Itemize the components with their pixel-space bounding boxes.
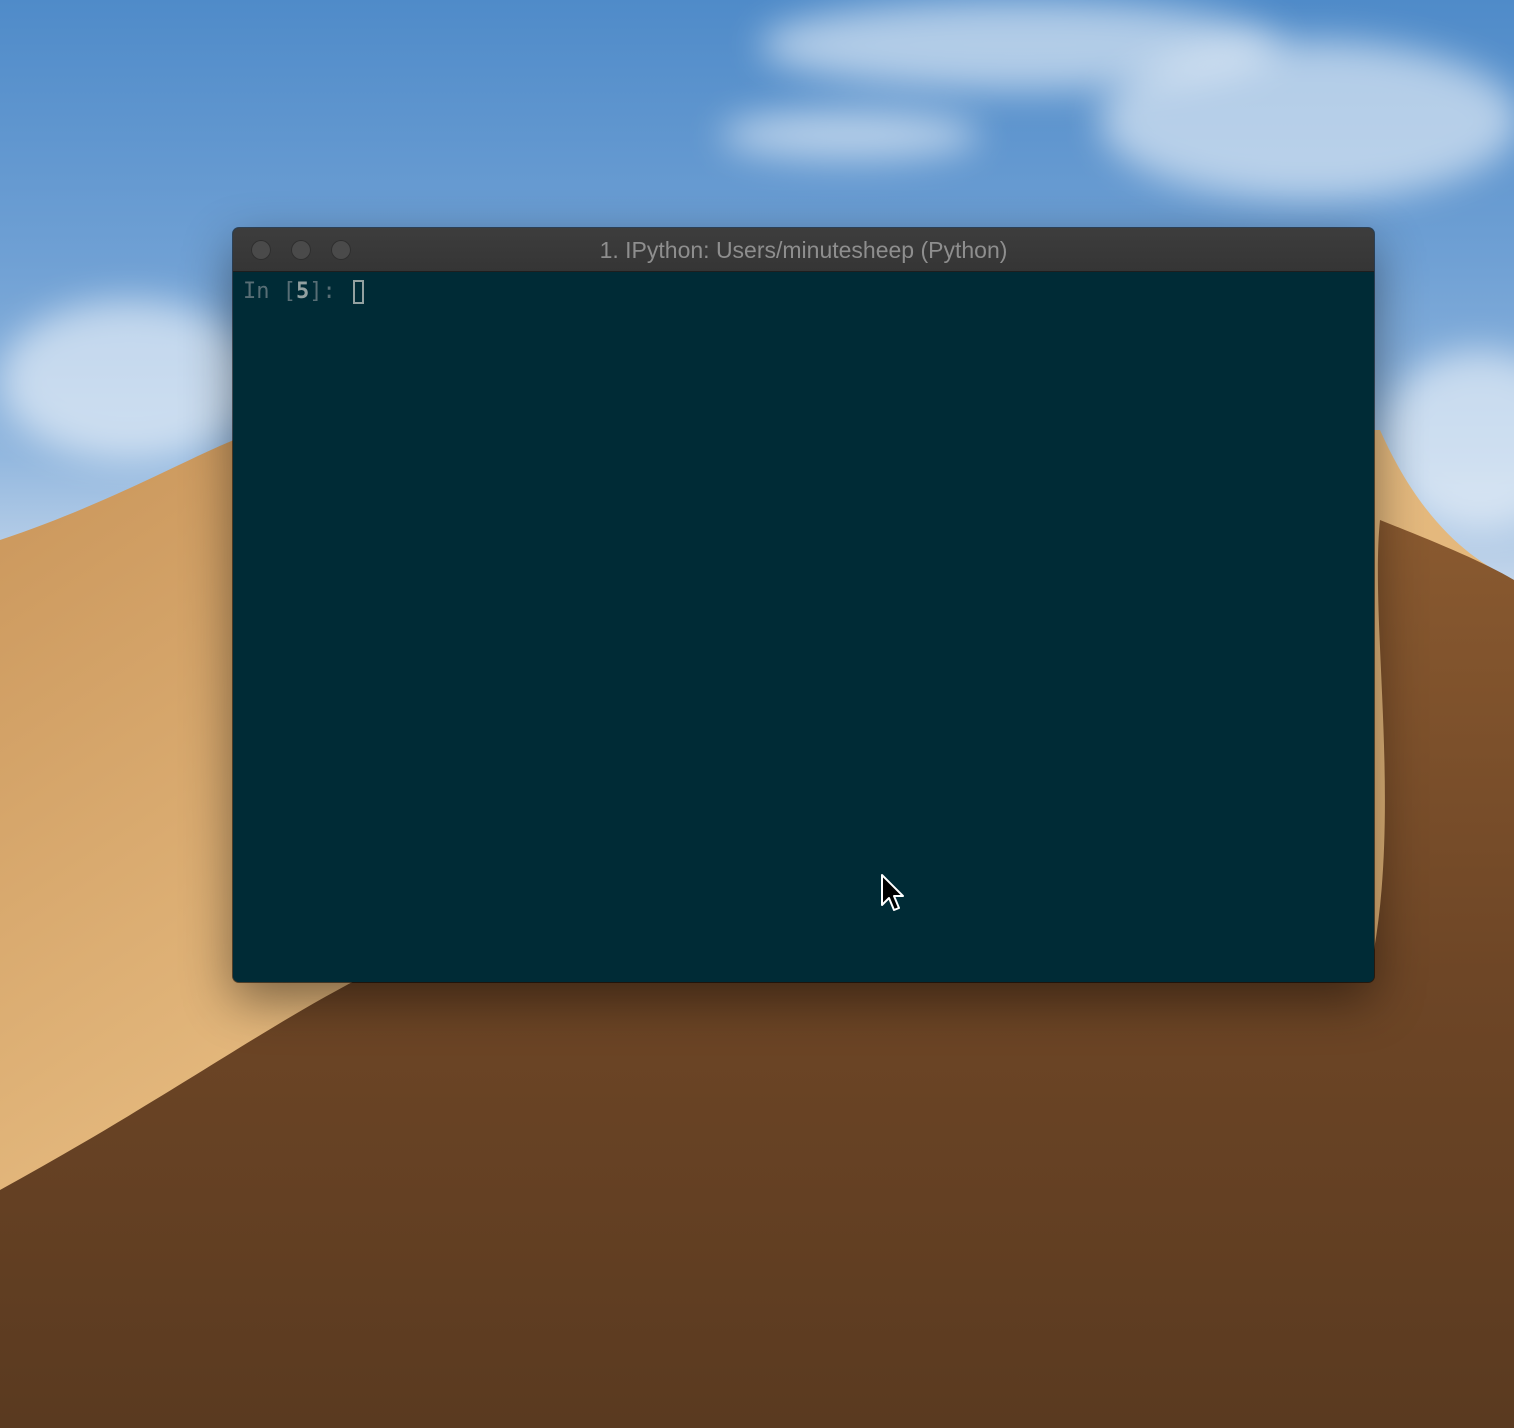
text-cursor [352, 280, 364, 304]
window-titlebar[interactable]: 1. IPython: Users/minutesheep (Python) [233, 228, 1374, 272]
ipython-prompt-line[interactable]: In [5]: [243, 278, 1364, 306]
prompt-prefix: In [ [243, 279, 296, 304]
mouse-pointer-icon [881, 874, 904, 911]
terminal-window[interactable]: 1. IPython: Users/minutesheep (Python) I… [233, 228, 1374, 982]
prompt-suffix: ]: [309, 279, 349, 304]
window-title: 1. IPython: Users/minutesheep (Python) [599, 237, 1008, 263]
prompt-number: 5 [295, 279, 310, 304]
terminal-content[interactable]: In [5]: [233, 272, 1374, 982]
desktop-background: 1. IPython: Users/minutesheep (Python) I… [0, 0, 1514, 1428]
